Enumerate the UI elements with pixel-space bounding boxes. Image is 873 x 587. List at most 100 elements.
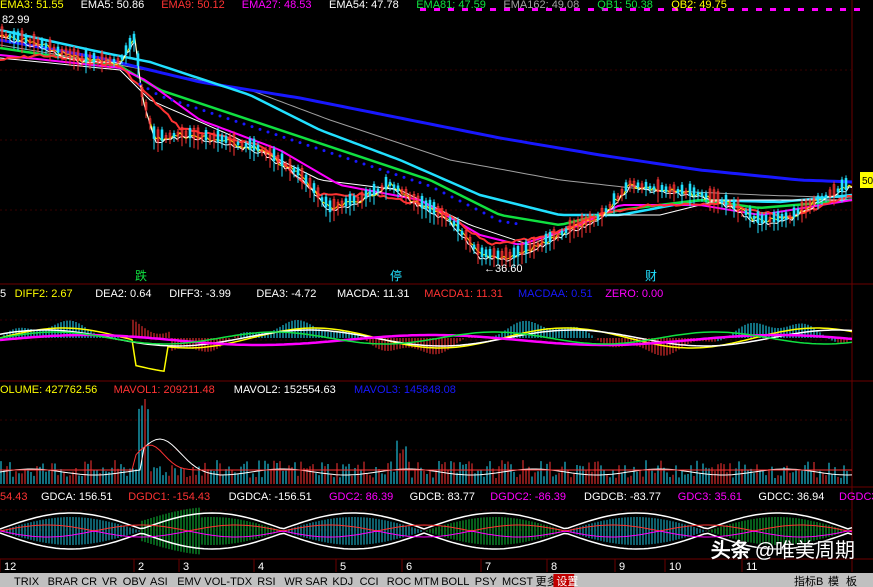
tab-PSY[interactable]: PSY — [475, 576, 498, 587]
qb-dot — [482, 211, 486, 215]
candle-body — [744, 210, 748, 216]
qb-dot — [274, 133, 278, 137]
tab-CCI[interactable]: CCI — [360, 576, 379, 587]
tab-VR[interactable]: VR — [102, 576, 117, 587]
candle-body — [560, 230, 564, 235]
candle-body — [120, 56, 124, 60]
candle-body — [252, 138, 256, 151]
qb-dot — [154, 92, 158, 96]
watermark-brand: 头条 — [710, 540, 751, 562]
candle-body — [272, 148, 276, 161]
candle-body — [348, 193, 352, 206]
qb-dot — [402, 175, 406, 179]
macd-legend-7: MACDAA: 0.51 — [518, 288, 593, 300]
candle-body — [460, 230, 464, 235]
event-marker-0: 跌 — [135, 268, 147, 283]
tab-EMV[interactable]: EMV — [177, 576, 202, 587]
candle-body — [152, 126, 156, 139]
candle-body — [524, 241, 528, 254]
volume-legend-3: MAVOL3: 145848.08 — [354, 384, 456, 396]
stock-chart-canvas[interactable]: EMA3: 51.55 EMA5: 50.86 EMA9: 50.12 EMA27: … — [0, 0, 873, 587]
qb-dot — [514, 222, 518, 226]
qb-dot — [250, 125, 254, 129]
tab-TRIX[interactable]: TRIX — [14, 576, 40, 587]
tab-OBV[interactable]: OBV — [123, 576, 147, 587]
candle-body — [564, 228, 568, 233]
month-label-4: 4 — [258, 561, 264, 573]
right-tab-1[interactable]: 模 — [828, 575, 839, 587]
candle-body — [424, 200, 428, 210]
candle-body — [796, 208, 800, 215]
candle-body — [624, 182, 628, 192]
candle-body — [680, 184, 684, 195]
candle-body — [220, 135, 224, 142]
candle-body — [320, 197, 324, 202]
candle-body — [112, 58, 116, 63]
gdc-legend-1: GDCA: 156.51 — [41, 491, 113, 503]
ema-legend-8: QB2: 49.75 — [671, 0, 727, 11]
month-label-9: 9 — [619, 561, 625, 573]
gdc-legend-9: GDCC: 36.94 — [758, 491, 824, 503]
qb-dot — [418, 181, 422, 185]
qb-dot — [490, 215, 494, 219]
candle-body — [448, 217, 452, 221]
event-marker-2: 财 — [645, 269, 657, 283]
candle-body — [732, 199, 736, 210]
candle-body — [644, 181, 648, 190]
candle-body — [384, 176, 388, 190]
tab-RSI[interactable]: RSI — [257, 576, 275, 587]
ema-legend-0: EMA3: 51.55 — [0, 0, 64, 11]
macd-legend-0: 5 — [0, 288, 6, 300]
macd-legend-5: MACDA: 11.31 — [337, 288, 410, 300]
candle-body — [328, 200, 332, 213]
qb-dot — [282, 135, 286, 139]
candle-body — [304, 174, 308, 184]
candle-body — [824, 194, 828, 198]
candle-body — [780, 214, 784, 221]
tab-CR[interactable]: CR — [81, 576, 97, 587]
gdc-legend-8: GDC3: 35.61 — [678, 491, 742, 503]
candle-body — [396, 185, 400, 192]
qb-dot — [298, 141, 302, 145]
tab-SAR[interactable]: SAR — [305, 576, 328, 587]
qb-dot — [466, 203, 470, 207]
qb-dot — [170, 98, 174, 102]
tab-WR[interactable]: WR — [284, 576, 302, 587]
right-tab-0[interactable]: 指标B — [794, 574, 823, 587]
candle-body — [312, 183, 316, 194]
candle-body — [704, 193, 708, 199]
qb-dot — [178, 101, 182, 105]
top-dash — [588, 8, 594, 11]
candle-body — [44, 43, 48, 49]
top-dash — [658, 8, 664, 11]
indicator-tab-bar[interactable]: TRIX BRAR CR VR OBV ASI EMV VOL-TDX RSI WR SAR KDJ C… — [0, 573, 873, 587]
candle-body — [216, 130, 220, 142]
watermark-text: @唯美周期 — [754, 540, 855, 562]
candle-body — [124, 45, 128, 56]
tab-设置[interactable]: 设置 — [556, 575, 578, 587]
tab-BRAR[interactable]: BRAR — [48, 576, 79, 587]
candle-body — [596, 214, 600, 220]
candle-body — [296, 167, 300, 176]
tab-KDJ[interactable]: KDJ — [332, 576, 353, 587]
tab-VOL-TDX[interactable]: VOL-TDX — [204, 576, 252, 587]
right-tab-2[interactable]: 板 — [846, 574, 857, 587]
tab-ROC[interactable]: ROC — [387, 576, 412, 587]
qb-dot — [442, 191, 446, 195]
qb-dot — [378, 167, 382, 171]
candle-body — [388, 181, 392, 186]
tab-ASI[interactable]: ASI — [150, 576, 168, 587]
month-label-5: 5 — [340, 561, 346, 573]
tab-BOLL[interactable]: BOLL — [441, 576, 469, 587]
candle-body — [840, 179, 844, 192]
tab-MCST[interactable]: MCST — [502, 576, 533, 587]
candle-body — [548, 231, 552, 242]
qb-dot — [386, 170, 390, 174]
candle-body — [8, 34, 12, 39]
month-label-6: 6 — [406, 561, 412, 573]
ema-legend-5: EMA81: 47.59 — [416, 0, 486, 11]
tab-MTM[interactable]: MTM — [414, 576, 439, 587]
month-label-12: 12 — [4, 561, 16, 573]
candle-body — [836, 188, 840, 193]
top-dash — [840, 8, 846, 11]
